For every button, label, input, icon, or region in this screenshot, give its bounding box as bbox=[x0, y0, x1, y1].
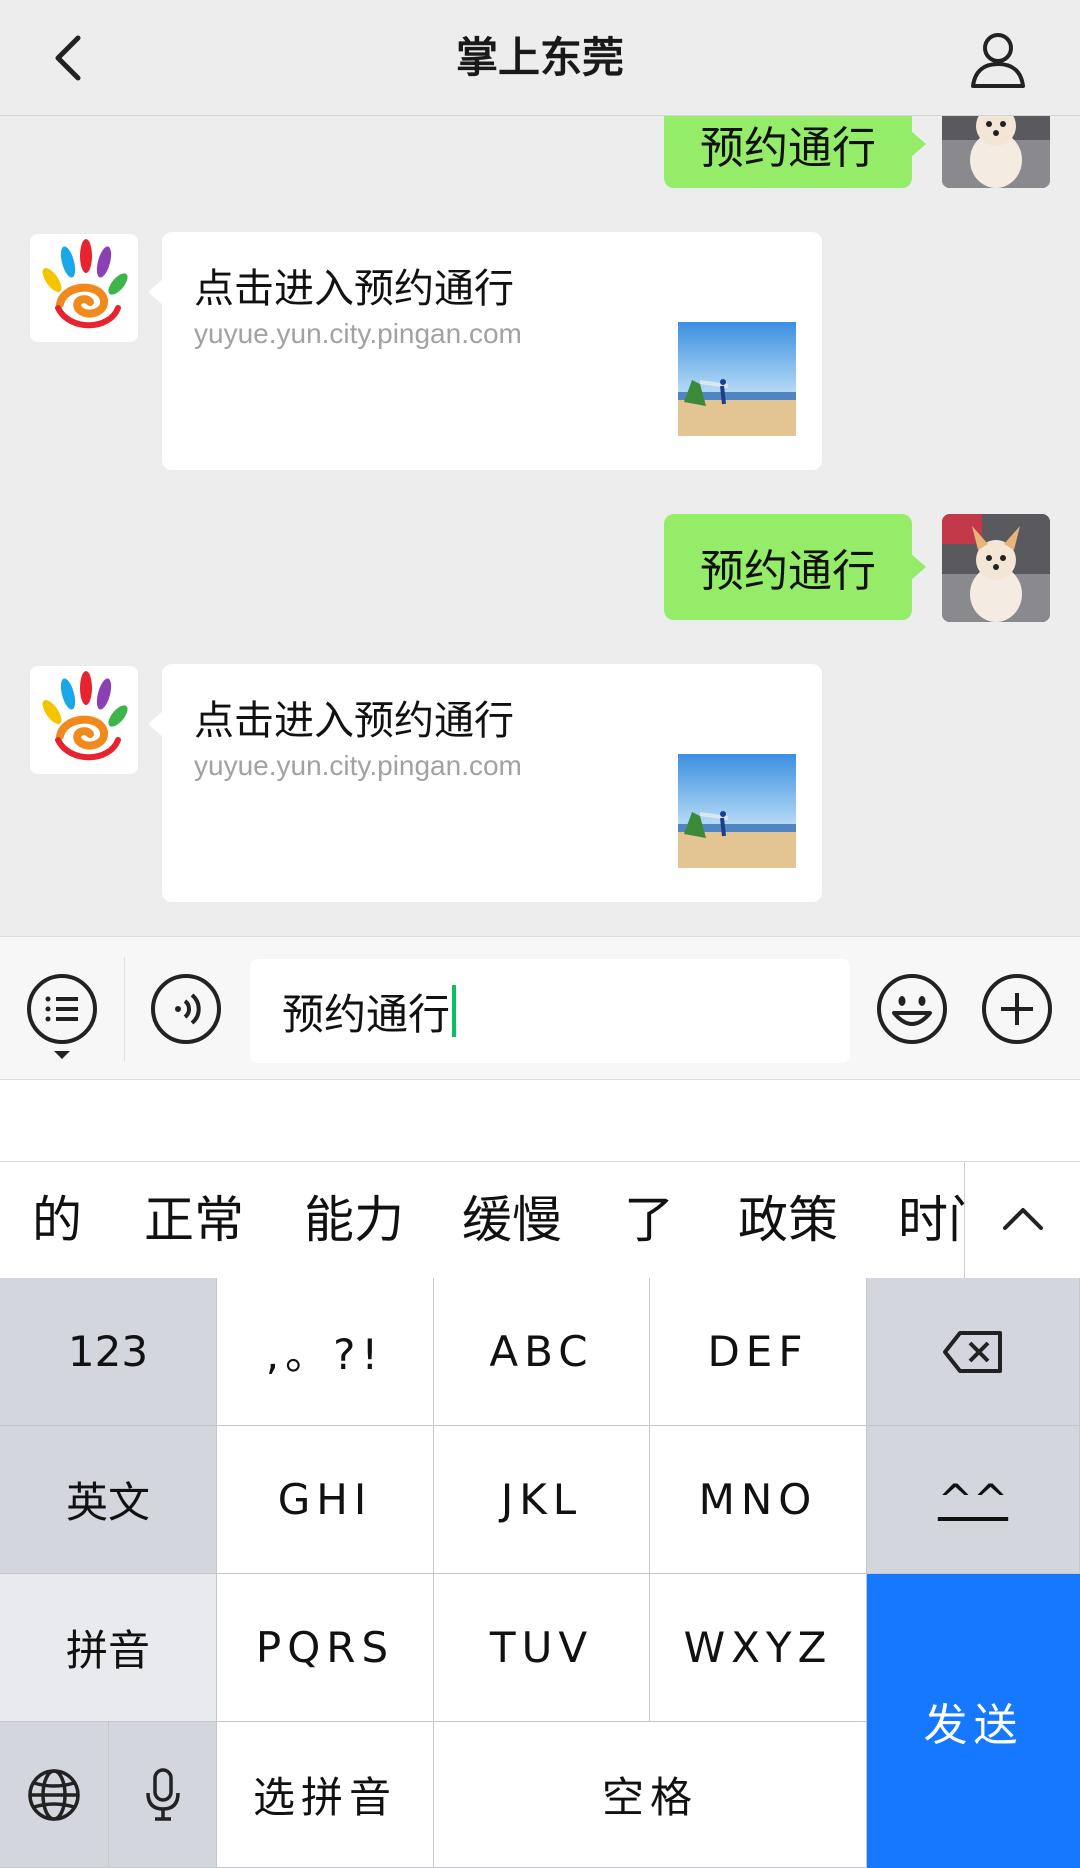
ime-composition-strip bbox=[0, 1080, 1080, 1162]
divider bbox=[124, 957, 125, 1061]
key-label: ^^ bbox=[937, 1475, 1009, 1524]
key-label: 发送 bbox=[923, 1700, 1024, 1751]
more-options-button[interactable] bbox=[981, 973, 1053, 1045]
card-title: 点击进入预约通行 bbox=[194, 266, 514, 312]
link-card[interactable]: 点击进入预约通行 yuyue.yun.city.pingan.com bbox=[148, 232, 822, 470]
message-text: 预约通行 bbox=[700, 546, 876, 597]
key-tuv[interactable]: TUV bbox=[434, 1574, 650, 1722]
beach-thumbnail-image bbox=[678, 322, 796, 436]
key-label: WXYZ bbox=[683, 1623, 833, 1672]
key-label: JKL bbox=[500, 1475, 583, 1524]
key-emoticon[interactable]: ^^ bbox=[867, 1426, 1080, 1574]
key-mno[interactable]: MNO bbox=[650, 1426, 867, 1574]
card-thumbnail bbox=[678, 754, 796, 868]
key-label: TUV bbox=[489, 1623, 594, 1672]
microphone-icon bbox=[145, 1767, 180, 1821]
chevron-left-icon bbox=[55, 35, 81, 81]
key-punctuation[interactable]: ,。?! bbox=[217, 1278, 434, 1426]
my-avatar[interactable] bbox=[942, 116, 1050, 188]
key-globe[interactable] bbox=[0, 1722, 109, 1868]
key-abc[interactable]: ABC bbox=[434, 1278, 650, 1426]
candidate-word[interactable]: 缓慢 bbox=[462, 1162, 562, 1278]
key-label: 123 bbox=[67, 1327, 149, 1376]
card-url: yuyue.yun.city.pingan.com bbox=[194, 318, 522, 349]
dog-avatar-image bbox=[942, 514, 1050, 622]
key-123[interactable]: 123 bbox=[0, 1278, 217, 1426]
key-pqrs[interactable]: PQRS bbox=[217, 1574, 434, 1722]
card-title: 点击进入预约通行 bbox=[194, 698, 514, 744]
menu-toggle-button[interactable] bbox=[26, 973, 98, 1063]
key-ghi[interactable]: GHI bbox=[217, 1426, 434, 1574]
key-label: ABC bbox=[489, 1327, 594, 1376]
backspace-icon bbox=[943, 1330, 1002, 1373]
plus-icon bbox=[982, 974, 1052, 1044]
expand-candidates-button[interactable] bbox=[964, 1162, 1080, 1278]
card-thumbnail bbox=[678, 322, 796, 436]
input-value: 预约通行 bbox=[282, 989, 451, 1039]
dongguan-app-logo bbox=[30, 666, 138, 774]
globe-icon bbox=[28, 1768, 80, 1821]
text-caret bbox=[452, 985, 457, 1037]
candidate-word[interactable]: 的 bbox=[32, 1162, 82, 1278]
page-title: 掌上东莞 bbox=[455, 33, 624, 82]
profile-button[interactable] bbox=[965, 26, 1031, 92]
emoji-button[interactable] bbox=[876, 973, 948, 1045]
keyboard: 123 ,。?! ABC DEF 英文 GHI JKL MNO ^^ 拼音 PQ… bbox=[0, 1278, 1080, 1868]
candidate-word[interactable]: 正常 bbox=[144, 1162, 244, 1278]
outgoing-message-bubble[interactable]: 预约通行 bbox=[664, 116, 926, 188]
message-text: 预约通行 bbox=[700, 123, 876, 174]
key-label: ,。?! bbox=[265, 1330, 385, 1379]
key-label: PQRS bbox=[255, 1623, 395, 1672]
key-voice-dictation[interactable] bbox=[109, 1722, 217, 1868]
outgoing-message-bubble[interactable]: 预约通行 bbox=[664, 514, 926, 620]
key-english[interactable]: 英文 bbox=[0, 1426, 217, 1574]
message-text-input[interactable]: 预约通行 bbox=[250, 959, 850, 1063]
chevron-up-icon bbox=[1003, 1208, 1043, 1230]
voice-icon bbox=[151, 974, 221, 1044]
key-label: 选拼音 bbox=[252, 1773, 397, 1822]
link-card[interactable]: 点击进入预约通行 yuyue.yun.city.pingan.com bbox=[148, 664, 822, 902]
key-label: DEF bbox=[707, 1327, 809, 1376]
send-key[interactable]: 发送 bbox=[867, 1574, 1080, 1868]
my-avatar[interactable] bbox=[942, 514, 1050, 622]
app-avatar[interactable] bbox=[30, 666, 138, 774]
key-jkl[interactable]: JKL bbox=[434, 1426, 650, 1574]
candidate-word[interactable]: 了 bbox=[624, 1162, 674, 1278]
message-input-bar: 预约通行 bbox=[0, 936, 1080, 1080]
key-label: 英文 bbox=[65, 1478, 150, 1527]
list-menu-icon bbox=[27, 974, 97, 1059]
key-wxyz[interactable]: WXYZ bbox=[650, 1574, 867, 1722]
key-select-pinyin[interactable]: 选拼音 bbox=[217, 1722, 434, 1868]
nav-bar: 掌上东莞 bbox=[0, 0, 1080, 116]
chat-area[interactable]: 预约通行 点击进入预约通行 yuyue.yun.city.pingan.com … bbox=[0, 116, 1080, 936]
back-button[interactable] bbox=[40, 24, 100, 92]
key-label: 拼音 bbox=[65, 1626, 150, 1675]
key-label: 空格 bbox=[601, 1773, 698, 1822]
app-avatar[interactable] bbox=[30, 234, 138, 342]
key-pinyin[interactable]: 拼音 bbox=[0, 1574, 217, 1722]
key-def[interactable]: DEF bbox=[650, 1278, 867, 1426]
person-icon bbox=[971, 33, 1025, 88]
beach-thumbnail-image bbox=[678, 754, 796, 868]
dog-avatar-image bbox=[942, 116, 1050, 188]
key-label: GHI bbox=[277, 1475, 373, 1524]
key-space[interactable]: 空格 bbox=[434, 1722, 867, 1868]
card-url: yuyue.yun.city.pingan.com bbox=[194, 750, 522, 781]
key-backspace[interactable] bbox=[867, 1278, 1080, 1426]
candidate-word[interactable]: 能力 bbox=[304, 1162, 404, 1278]
ime-candidate-bar: 的 正常 能力 缓慢 了 政策 时门 bbox=[0, 1162, 1080, 1278]
emoji-icon bbox=[877, 974, 947, 1044]
candidate-word[interactable]: 政策 bbox=[738, 1162, 838, 1278]
voice-input-button[interactable] bbox=[150, 973, 222, 1045]
dongguan-app-logo bbox=[30, 234, 138, 342]
key-label: MNO bbox=[698, 1475, 818, 1524]
